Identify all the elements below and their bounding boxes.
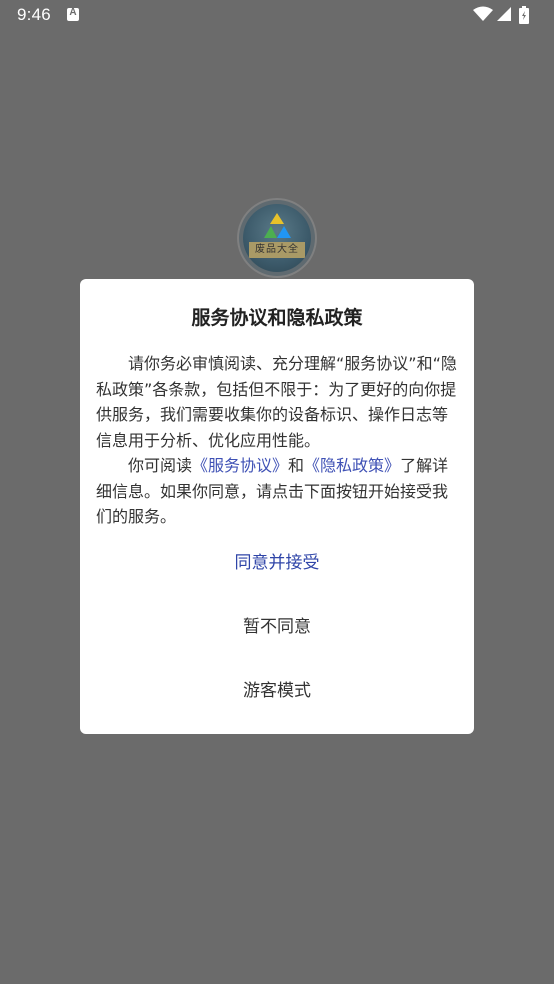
battery-icon <box>519 6 529 24</box>
wifi-icon <box>473 6 493 21</box>
dialog-title: 服务协议和隐私政策 <box>191 307 363 329</box>
app-logo: 废品大全 <box>237 198 317 278</box>
notification-icon-letter: A <box>69 7 77 18</box>
dialog-paragraph-1: 请你务必审慎阅读、充分理解“服务协议”和“隐私政策”各条款，包括但不限于：为了更… <box>96 354 457 450</box>
paragraph-2-prefix: 你可阅读 <box>128 456 193 475</box>
recycle-icon <box>264 213 291 238</box>
app-logo-inner: 废品大全 <box>243 204 311 272</box>
dialog-body: 请你务必审慎阅读、充分理解“服务协议”和“隐私政策”各条款，包括但不限于：为了更… <box>96 351 458 530</box>
agree-button[interactable]: 同意并接受 <box>80 541 474 585</box>
service-agreement-link[interactable]: 《服务协议》 <box>192 456 288 475</box>
paragraph-2-and: 和 <box>288 456 305 475</box>
status-time: 9:46 <box>17 5 51 24</box>
disagree-button[interactable]: 暂不同意 <box>80 605 474 649</box>
accessibility-notification-icon: A <box>67 7 79 21</box>
guest-mode-button[interactable]: 游客模式 <box>80 669 474 713</box>
app-logo-text: 废品大全 <box>249 242 305 258</box>
privacy-policy-dialog: 服务协议和隐私政策 请你务必审慎阅读、充分理解“服务协议”和“隐私政策”各条款，… <box>80 279 474 734</box>
dialog-paragraph-2: 你可阅读《服务协议》和《隐私政策》了解详细信息。如果你同意，请点击下面按钮开始接… <box>96 453 458 530</box>
privacy-policy-link[interactable]: 《隐私政策》 <box>304 456 400 475</box>
status-bar: 9:46 A <box>0 0 554 30</box>
cell-signal-icon <box>497 7 511 21</box>
